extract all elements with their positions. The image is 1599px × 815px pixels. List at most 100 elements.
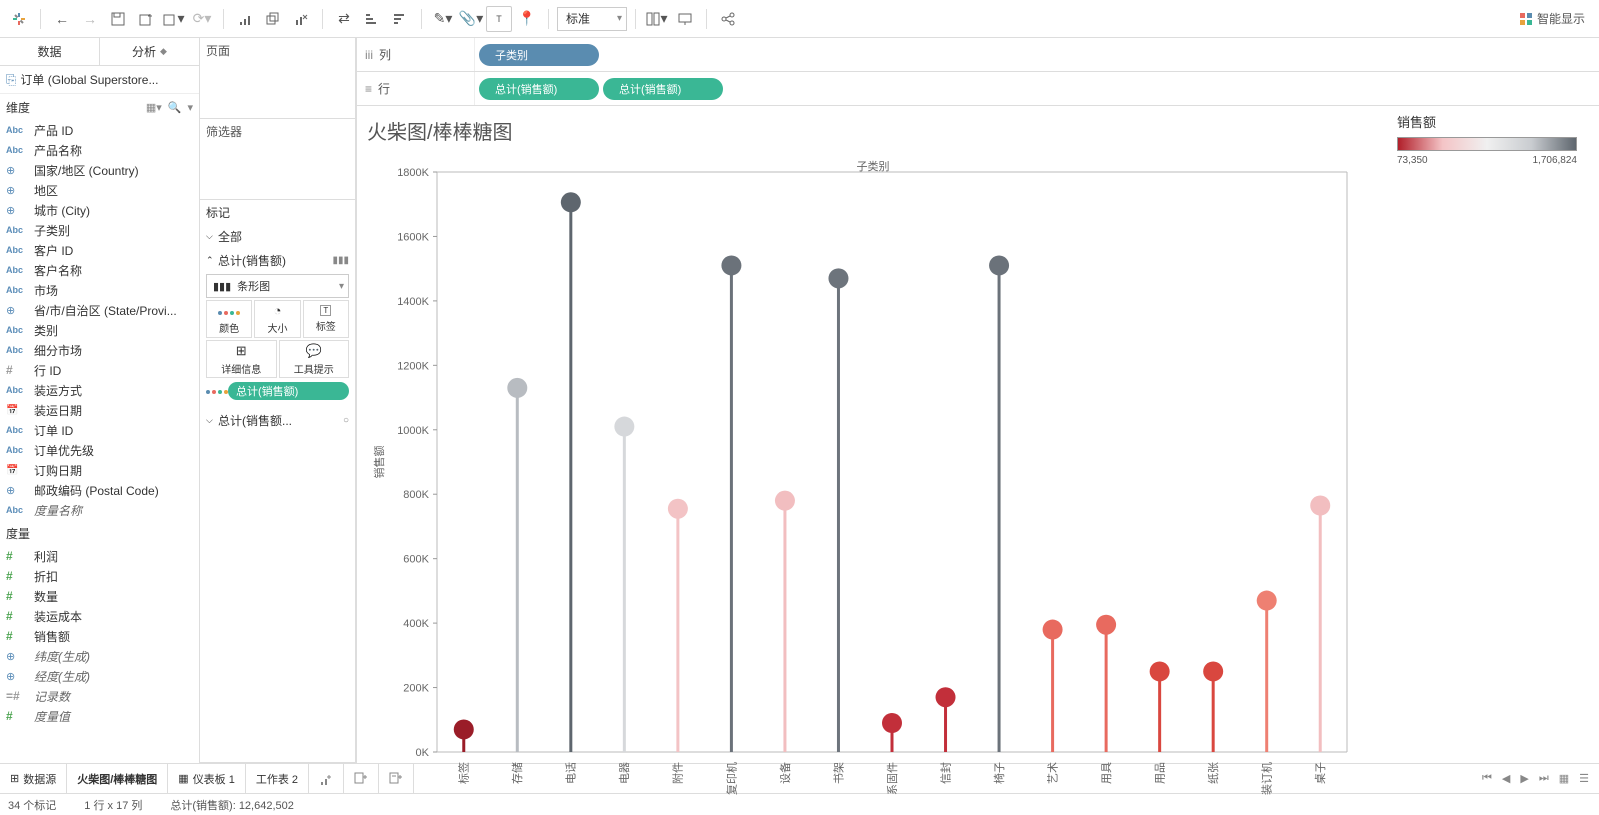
columns-pill[interactable]: 子类别	[479, 44, 599, 66]
legend-min: 73,350	[1397, 155, 1428, 166]
svg-text:用具: 用具	[1100, 762, 1113, 784]
field-item[interactable]: Abc订单 ID	[0, 420, 199, 440]
marks-sum1[interactable]: ⌃总计(销售额)▮▮▮	[200, 248, 355, 272]
mark-size[interactable]: ◔大小	[254, 300, 300, 338]
chart-title[interactable]: 火柴图/棒棒糖图	[367, 116, 513, 145]
labels-icon[interactable]: T	[486, 6, 512, 32]
tab-analysis[interactable]: 分析◆	[100, 38, 199, 65]
filmstrip-icon[interactable]: ▦	[1559, 772, 1569, 785]
field-item[interactable]: #利润	[0, 546, 199, 566]
svg-text:信封: 信封	[938, 762, 952, 784]
field-item[interactable]: Abc类别	[0, 320, 199, 340]
svg-text:书架: 书架	[832, 762, 845, 784]
rows-shelf[interactable]: ≡行 总计(销售额) 总计(销售额)	[356, 72, 1599, 106]
datasource-row[interactable]: ⎘ 订单 (Global Superstore...	[0, 66, 199, 94]
field-item[interactable]: 📅订购日期	[0, 460, 199, 480]
tab-active-sheet[interactable]: 火柴图/棒棒糖图	[67, 764, 168, 793]
new-sheet-icon[interactable]	[232, 6, 258, 32]
show-cards-icon[interactable]: ▾	[644, 6, 670, 32]
sort-asc-icon[interactable]	[359, 6, 385, 32]
next-icon[interactable]: ▶	[1520, 772, 1528, 785]
duplicate-icon[interactable]	[260, 6, 286, 32]
field-item[interactable]: Abc装运方式	[0, 380, 199, 400]
svg-text:艺术: 艺术	[1046, 762, 1059, 784]
field-item[interactable]: 📅装运日期	[0, 400, 199, 420]
svg-text:椅子: 椅子	[992, 762, 1006, 784]
autoupdate-icon[interactable]: ▾	[161, 6, 187, 32]
tabview-icon[interactable]: ☰	[1579, 772, 1589, 785]
field-item[interactable]: #装运成本	[0, 606, 199, 626]
field-item[interactable]: Abc客户 ID	[0, 240, 199, 260]
save-icon[interactable]	[105, 6, 131, 32]
back-button[interactable]: ←	[49, 6, 75, 32]
tab-datasource[interactable]: ⊞数据源	[0, 764, 67, 793]
field-item[interactable]: ⊕纬度(生成)	[0, 646, 199, 666]
field-item[interactable]: #折扣	[0, 566, 199, 586]
field-item[interactable]: #销售额	[0, 626, 199, 646]
legend-title: 销售额	[1397, 112, 1591, 131]
field-item[interactable]: Abc细分市场	[0, 340, 199, 360]
svg-text:0K: 0K	[416, 747, 430, 759]
marks-sum2[interactable]: ⌵总计(销售额...○	[200, 408, 355, 432]
new-sheet-button[interactable]	[309, 764, 344, 793]
group-icon[interactable]: 📎▾	[458, 6, 484, 32]
field-item[interactable]: Abc市场	[0, 280, 199, 300]
field-item[interactable]: ⊕地区	[0, 180, 199, 200]
tab-sheet2[interactable]: 工作表 2	[246, 764, 309, 793]
field-item[interactable]: Abc子类别	[0, 220, 199, 240]
sort-desc-icon[interactable]	[387, 6, 413, 32]
field-item[interactable]: Abc产品 ID	[0, 120, 199, 140]
mark-detail[interactable]: ⊞详细信息	[206, 340, 277, 378]
svg-text:桌子: 桌子	[1314, 762, 1327, 784]
mark-label[interactable]: T标签	[303, 300, 349, 338]
legend-panel[interactable]: 销售额 73,350 1,706,824	[1389, 106, 1599, 763]
search-icon[interactable]: 🔍	[168, 101, 182, 114]
field-item[interactable]: Abc度量名称	[0, 500, 199, 520]
field-item[interactable]: Abc订单优先级	[0, 440, 199, 460]
marks-all[interactable]: ⌵全部	[200, 224, 355, 248]
field-item[interactable]: ⊕省/市/自治区 (State/Provi...	[0, 300, 199, 320]
field-item[interactable]: #行 ID	[0, 360, 199, 380]
new-datasource-icon[interactable]	[133, 6, 159, 32]
filters-header: 筛选器	[200, 119, 355, 143]
menu-icon[interactable]: ▾	[187, 101, 193, 114]
svg-text:设备: 设备	[778, 762, 792, 784]
top-toolbar: ← → ▾ ⟳▾ ⇄ ✎▾ 📎▾ T 📍 标准 ▾ 智能显示	[0, 0, 1599, 38]
last-icon[interactable]: ⏭	[1539, 772, 1549, 785]
mark-type-selector[interactable]: ▮▮▮条形图	[206, 274, 349, 298]
highlight-icon[interactable]: ✎▾	[430, 6, 456, 32]
forward-button[interactable]: →	[77, 6, 103, 32]
tab-dashboard[interactable]: ▦仪表板 1	[168, 764, 246, 793]
presentation-icon[interactable]	[672, 6, 698, 32]
rows-pill-1[interactable]: 总计(销售额)	[479, 78, 599, 100]
field-item[interactable]: Abc客户名称	[0, 260, 199, 280]
mark-color[interactable]: 颜色	[206, 300, 252, 338]
field-item[interactable]: ⊕国家/地区 (Country)	[0, 160, 199, 180]
field-item[interactable]: =#记录数	[0, 686, 199, 706]
mark-color-pill[interactable]: 总计(销售额)	[206, 380, 349, 402]
mark-tooltip[interactable]: 💬工具提示	[279, 340, 350, 378]
logo-icon[interactable]	[6, 6, 32, 32]
show-me-button[interactable]: 智能显示	[1511, 10, 1593, 27]
clear-icon[interactable]	[288, 6, 314, 32]
swap-icon[interactable]: ⇄	[331, 6, 357, 32]
field-item[interactable]: ⊕邮政编码 (Postal Code)	[0, 480, 199, 500]
pin-icon[interactable]: 📍	[514, 6, 540, 32]
field-item[interactable]: ⊕城市 (City)	[0, 200, 199, 220]
field-item[interactable]: #数量	[0, 586, 199, 606]
view-icon[interactable]: ▦▾	[146, 101, 162, 114]
share-icon[interactable]	[715, 6, 741, 32]
svg-text:800K: 800K	[403, 489, 429, 501]
status-marks: 34 个标记	[8, 797, 56, 813]
field-item[interactable]: #度量值	[0, 706, 199, 726]
refresh-icon[interactable]: ⟳▾	[189, 6, 215, 32]
prev-icon[interactable]: ◀	[1502, 772, 1510, 785]
visualization[interactable]: 火柴图/棒棒糖图 子类别 0K200K400K600K800K1000K1200…	[356, 106, 1389, 763]
field-item[interactable]: Abc产品名称	[0, 140, 199, 160]
first-icon[interactable]: ⏮	[1482, 772, 1492, 785]
field-item[interactable]: ⊕经度(生成)	[0, 666, 199, 686]
fit-selector[interactable]: 标准	[557, 7, 627, 31]
tab-data[interactable]: 数据	[0, 38, 100, 65]
rows-pill-2[interactable]: 总计(销售额)	[603, 78, 723, 100]
columns-shelf[interactable]: iii列 子类别	[356, 38, 1599, 72]
